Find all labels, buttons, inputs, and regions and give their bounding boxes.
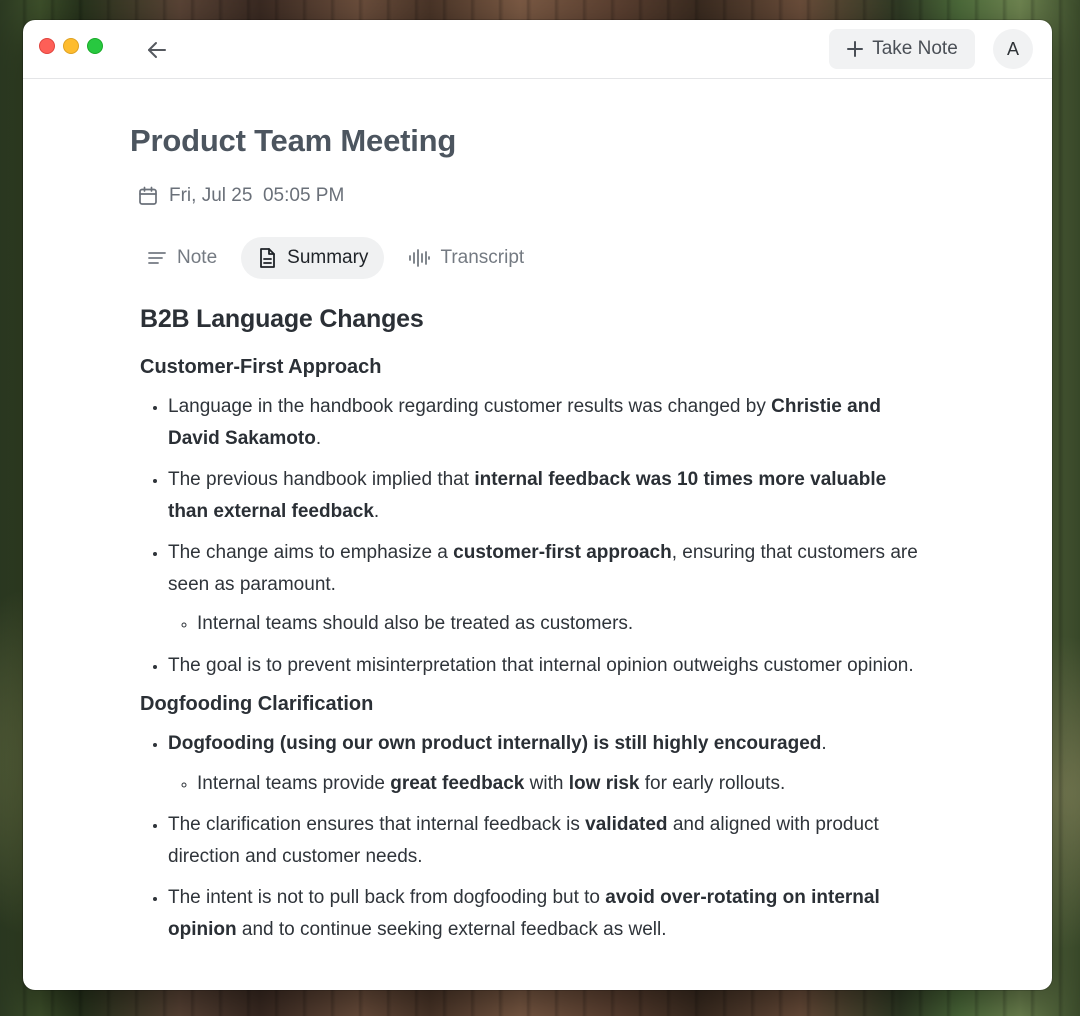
app-window: Take Note A Product Team Meeting Fri, Ju… — [23, 20, 1052, 990]
list-item: The clarification ensures that internal … — [168, 809, 930, 872]
plus-icon — [846, 40, 864, 58]
take-note-button[interactable]: Take Note — [829, 29, 975, 69]
page-title: Product Team Meeting — [130, 123, 457, 158]
sub-bullet-list: Internal teams should also be treated as… — [168, 608, 930, 640]
avatar[interactable]: A — [993, 29, 1033, 69]
text-run: with — [524, 772, 569, 794]
list-item: Language in the handbook regarding custo… — [168, 391, 930, 454]
list-item: The intent is not to pull back from dogf… — [168, 882, 930, 945]
summary-heading: B2B Language Changes — [140, 305, 424, 333]
document-icon — [257, 247, 277, 269]
text-run: . — [821, 733, 827, 754]
text-run: The goal is to prevent misinterpretation… — [168, 654, 914, 676]
title-bar: Take Note A — [23, 20, 1052, 79]
section-heading: Customer-First Approach — [140, 356, 382, 378]
sub-list-item: Internal teams provide great feedback wi… — [197, 768, 930, 800]
minimize-window-button[interactable] — [63, 38, 79, 54]
bold-text: Dogfooding (using our own product intern… — [168, 733, 822, 754]
view-tabs: Note Summary Transcript — [137, 237, 534, 279]
take-note-label: Take Note — [872, 38, 958, 59]
list-item: The previous handbook implied that inter… — [168, 464, 930, 527]
tab-transcript[interactable]: Transcript — [398, 237, 534, 279]
text-run: Language in the handbook regarding custo… — [168, 396, 772, 417]
text-run: . — [315, 427, 322, 449]
text-run: The change aims to emphasize a — [168, 542, 454, 563]
note-content: Product Team Meeting Fri, Jul 25 05:05 P… — [23, 79, 1052, 990]
list-item: The change aims to emphasize a customer-… — [168, 537, 930, 640]
list-item: The goal is to prevent misinterpretation… — [168, 650, 930, 682]
sub-bullet-list: Internal teams provide great feedback wi… — [168, 768, 930, 800]
tab-note-label: Note — [177, 247, 218, 268]
waveform-icon — [408, 247, 431, 269]
text-run: . — [373, 500, 380, 522]
meeting-date: Fri, Jul 25 05:05 PM — [169, 185, 345, 206]
text-run: The intent is not to pull back from dogf… — [168, 887, 606, 908]
text-run: Internal teams should also be treated as… — [197, 613, 634, 634]
lines-icon — [147, 248, 167, 268]
text-run: for early rollouts. — [639, 772, 786, 794]
text-run: The clarification ensures that internal … — [168, 814, 586, 835]
section-heading: Dogfooding Clarification — [140, 693, 374, 715]
bullet-list: Language in the handbook regarding custo… — [140, 391, 930, 681]
bold-text: customer-first approach — [453, 542, 672, 563]
text-run: Internal teams provide — [197, 772, 391, 794]
tab-transcript-label: Transcript — [440, 247, 525, 268]
avatar-initial: A — [1006, 38, 1019, 59]
zoom-window-button[interactable] — [87, 38, 103, 54]
calendar-icon — [137, 185, 159, 207]
tab-summary-label: Summary — [287, 247, 369, 268]
bold-text: great feedback — [390, 772, 525, 794]
tab-note[interactable]: Note — [137, 237, 227, 279]
text-run: and to continue seeking external feedbac… — [236, 918, 667, 940]
text-run: The previous handbook implied that — [168, 469, 475, 490]
sub-list-item: Internal teams should also be treated as… — [197, 608, 930, 640]
meeting-date-row: Fri, Jul 25 05:05 PM — [137, 185, 344, 207]
bullet-list: Dogfooding (using our own product intern… — [140, 728, 930, 945]
close-window-button[interactable] — [39, 38, 55, 54]
arrow-left-icon — [145, 38, 169, 62]
bold-text: validated — [585, 814, 668, 835]
tab-summary[interactable]: Summary — [241, 237, 385, 279]
summary-body: B2B Language Changes Customer-First Appr… — [140, 305, 930, 957]
list-item: Dogfooding (using our own product intern… — [168, 728, 930, 799]
back-button[interactable] — [141, 34, 173, 66]
bold-text: low risk — [568, 772, 640, 794]
